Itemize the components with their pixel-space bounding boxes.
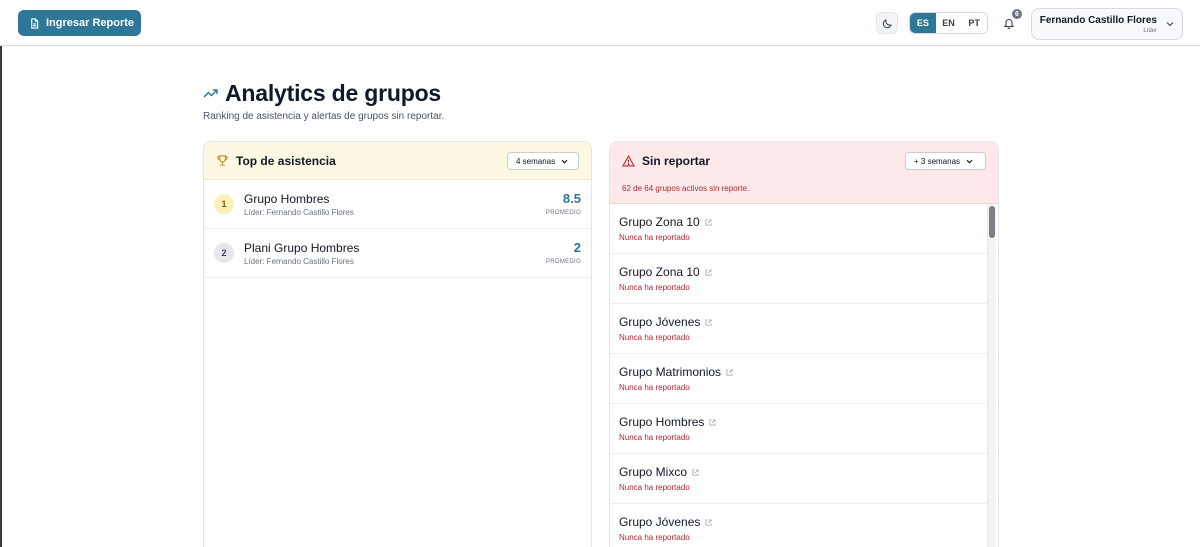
list-item[interactable]: Grupo Mixco Nunca ha reportado — [610, 454, 998, 504]
theme-toggle-button[interactable] — [876, 12, 898, 34]
external-link-icon[interactable] — [692, 468, 699, 476]
not-reporting-card: Sin reportar + 3 semanas 62 de 64 grupos… — [609, 141, 999, 547]
top-attendance-header: Top de asistencia 4 semanas — [204, 142, 591, 180]
page-title: Analytics de grupos — [203, 80, 441, 107]
group-leader: Líder: Fernando Castillo Flores — [244, 257, 354, 266]
group-name: Grupo Mixco — [619, 465, 688, 479]
group-leader: Líder: Fernando Castillo Flores — [244, 208, 354, 217]
chevron-down-icon — [561, 159, 568, 164]
attendance-average: 8.5 — [562, 191, 581, 206]
report-status: Nunca ha reportado — [619, 483, 690, 492]
rank-badge: 1 — [214, 194, 234, 214]
external-link-icon[interactable] — [705, 268, 712, 276]
notification-count-badge: 6 — [1011, 8, 1023, 20]
not-reporting-title: Sin reportar — [642, 154, 711, 168]
group-name: Grupo Hombres — [619, 415, 705, 429]
attendance-period-select[interactable]: 4 semanas — [507, 152, 579, 170]
group-name: Grupo Matrimonios — [619, 365, 722, 379]
page-title-text: Analytics de grupos — [225, 80, 442, 106]
external-link-icon[interactable] — [709, 418, 716, 426]
user-name: Fernando Castillo Flores — [1039, 15, 1157, 26]
attendance-average: 2 — [573, 240, 581, 255]
document-icon — [31, 17, 39, 29]
group-name: Grupo Zona 10 — [619, 265, 700, 279]
top-attendance-title: Top de asistencia — [236, 153, 336, 168]
chevron-down-icon — [1166, 22, 1174, 27]
not-reporting-summary: 62 de 64 grupos activos sin reporte. — [610, 180, 998, 204]
language-pt-button[interactable]: PT — [961, 13, 987, 33]
list-item[interactable]: Grupo Matrimonios Nunca ha reportado — [610, 354, 998, 404]
moon-icon — [882, 18, 892, 28]
report-status: Nunca ha reportado — [619, 433, 690, 442]
report-status: Nunca ha reportado — [619, 333, 690, 342]
ingresar-reporte-button[interactable]: Ingresar Reporte — [18, 10, 141, 36]
list-scrollbar-thumb[interactable] — [989, 206, 995, 238]
external-link-icon[interactable] — [726, 368, 733, 376]
list-item[interactable]: Grupo Hombres Nunca ha reportado — [610, 404, 998, 454]
list-item[interactable]: Grupo Zona 10 Nunca ha reportado — [610, 254, 998, 304]
notifications-button[interactable]: 6 — [997, 8, 1023, 34]
trophy-icon — [217, 155, 228, 166]
external-link-icon[interactable] — [705, 218, 712, 226]
group-name: Grupo Jóvenes — [619, 315, 701, 329]
group-name: Grupo Jóvenes — [619, 515, 701, 529]
trending-up-icon — [203, 88, 218, 97]
external-link-icon[interactable] — [705, 318, 712, 326]
group-name: Plani Grupo Hombres — [244, 241, 360, 255]
page-subtitle: Ranking de asistencia y alertas de grupo… — [203, 111, 445, 122]
not-reporting-list: Grupo Zona 10 Nunca ha reportado Grupo Z… — [610, 204, 998, 547]
left-edge-rule — [0, 46, 2, 547]
report-status: Nunca ha reportado — [619, 233, 690, 242]
external-link-icon[interactable] — [705, 518, 712, 526]
not-reporting-period-select[interactable]: + 3 semanas — [905, 152, 986, 170]
report-status: Nunca ha reportado — [619, 283, 690, 292]
language-en-button[interactable]: EN — [935, 13, 962, 33]
chevron-down-icon — [966, 159, 973, 164]
ranking-row[interactable]: 2 Plani Grupo Hombres Líder: Fernando Ca… — [204, 229, 591, 278]
user-menu-button[interactable]: Fernando Castillo Flores Líder — [1031, 8, 1183, 40]
report-status: Nunca ha reportado — [619, 533, 690, 542]
rank-badge: 2 — [214, 243, 234, 263]
ranking-row[interactable]: 1 Grupo Hombres Líder: Fernando Castillo… — [204, 180, 591, 229]
not-reporting-period-value: + 3 semanas — [914, 156, 961, 166]
group-name: Grupo Hombres — [244, 192, 330, 206]
list-item[interactable]: Grupo Zona 10 Nunca ha reportado — [610, 204, 998, 254]
list-item[interactable]: Grupo Jóvenes Nunca ha reportado — [610, 504, 998, 547]
report-status: Nunca ha reportado — [619, 383, 690, 392]
list-item[interactable]: Grupo Jóvenes Nunca ha reportado — [610, 304, 998, 354]
language-switcher: ES EN PT — [909, 12, 988, 34]
list-scrollbar[interactable] — [987, 204, 996, 547]
group-name: Grupo Zona 10 — [619, 215, 700, 229]
language-es-button[interactable]: ES — [910, 13, 936, 33]
top-attendance-card: Top de asistencia 4 semanas 1 Grupo Homb… — [203, 141, 592, 547]
average-label: PROMEDIO — [545, 259, 581, 265]
not-reporting-header: Sin reportar + 3 semanas — [610, 142, 998, 180]
alert-triangle-icon — [622, 155, 635, 167]
attendance-period-value: 4 semanas — [516, 156, 556, 166]
top-bar: Ingresar Reporte ES EN PT 6 Fernando Cas… — [0, 0, 1200, 46]
average-label: PROMEDIO — [545, 210, 581, 216]
user-role: Líder — [1143, 28, 1157, 34]
ingresar-reporte-label: Ingresar Reporte — [46, 17, 135, 29]
